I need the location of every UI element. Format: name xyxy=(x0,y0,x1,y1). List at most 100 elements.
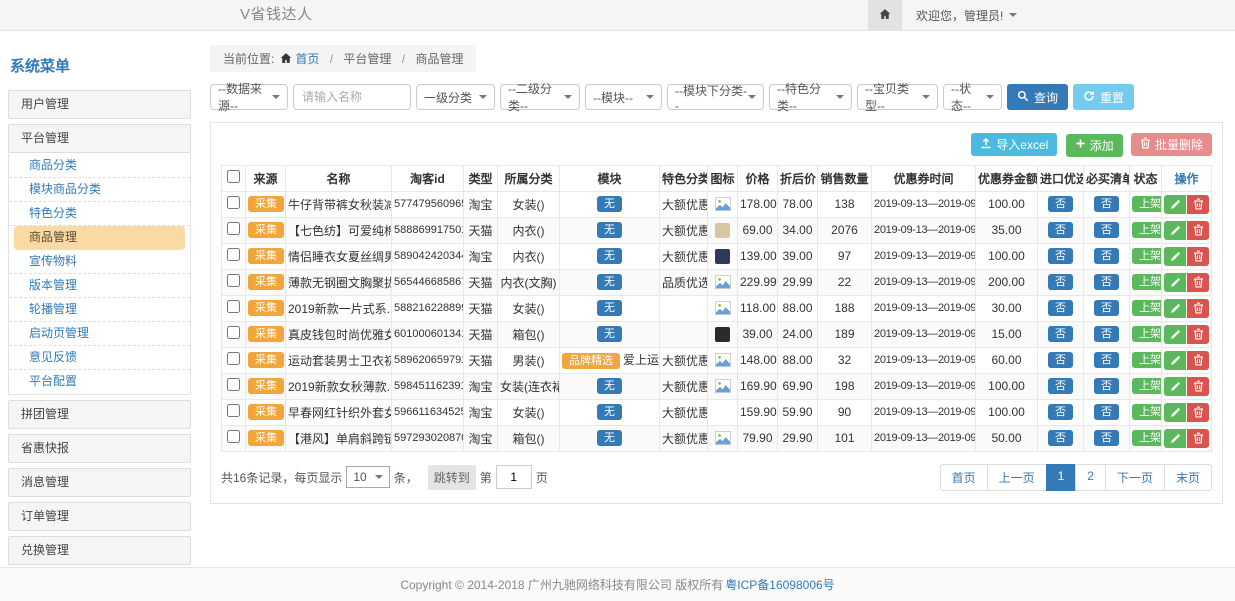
add-button[interactable]: 添加 xyxy=(1066,134,1123,157)
sidebar-group-3[interactable]: 拼团管理 xyxy=(8,400,191,429)
sidebar-item[interactable]: 特色分类 xyxy=(9,202,190,226)
page-button-prev[interactable]: 上一页 xyxy=(987,464,1047,491)
level2-category-select[interactable]: --二级分类-- xyxy=(500,84,580,110)
delete-button[interactable] xyxy=(1187,247,1209,266)
sidebar-item[interactable]: 商品管理 xyxy=(14,226,185,250)
col-header-icon: 图标 xyxy=(708,165,738,191)
row-checkbox[interactable] xyxy=(227,196,240,209)
row-checkbox[interactable] xyxy=(227,378,240,391)
import-select-badge: 否 xyxy=(1048,430,1073,446)
sidebar-item[interactable]: 版本管理 xyxy=(9,274,190,298)
cell-source: 采集 xyxy=(246,269,286,295)
cell-coupon-time: 2019-09-13—2019-09-19 xyxy=(872,295,976,321)
page-button-first[interactable]: 首页 xyxy=(940,464,988,491)
item-type-select[interactable]: --宝贝类型-- xyxy=(857,84,938,110)
cell-feature xyxy=(660,321,708,347)
cell-ops xyxy=(1162,217,1212,243)
edit-button[interactable] xyxy=(1164,403,1186,422)
edit-button[interactable] xyxy=(1164,195,1186,214)
row-actions xyxy=(1164,274,1209,288)
row-actions xyxy=(1164,222,1209,236)
cell-must-buy: 否 xyxy=(1084,425,1130,451)
delete-button[interactable] xyxy=(1187,221,1209,240)
sidebar-item[interactable]: 轮播管理 xyxy=(9,298,190,322)
col-header-status: 状态 xyxy=(1130,165,1162,191)
per-page-select[interactable]: 10 xyxy=(346,466,389,488)
row-checkbox[interactable] xyxy=(227,248,240,261)
sidebar-item[interactable]: 宣传物料 xyxy=(9,250,190,274)
cell-feature: 大额优惠券 xyxy=(660,425,708,451)
row-checkbox[interactable] xyxy=(227,274,240,287)
module-select[interactable]: --模块-- xyxy=(585,84,662,110)
row-checkbox[interactable] xyxy=(227,404,240,417)
cell-coupon-time: 2019-09-13—2019-09-17 xyxy=(872,191,976,217)
sidebar-item[interactable]: 意见反馈 xyxy=(9,346,190,370)
edit-button[interactable] xyxy=(1164,247,1186,266)
cell-source: 采集 xyxy=(246,295,286,321)
sidebar-item[interactable]: 平台配置 xyxy=(9,370,190,393)
sidebar-group-4[interactable]: 省惠快报 xyxy=(8,434,191,463)
sidebar-group-1[interactable]: 用户管理 xyxy=(8,90,191,119)
page-button-page-1[interactable]: 1 xyxy=(1046,464,1077,491)
cell-status: 上架 xyxy=(1130,373,1162,399)
edit-button[interactable] xyxy=(1164,351,1186,370)
sidebar-group-2[interactable]: 平台管理 xyxy=(8,124,191,153)
page-button-page-2[interactable]: 2 xyxy=(1075,464,1106,491)
icp-link[interactable]: 粤ICP备16098006号 xyxy=(725,576,834,593)
edit-button[interactable] xyxy=(1164,273,1186,292)
product-image-icon xyxy=(715,353,731,367)
delete-button[interactable] xyxy=(1187,377,1209,396)
module-subcategory-select[interactable]: --模块下分类-- xyxy=(667,84,764,110)
cell-discount-price: 88.00 xyxy=(778,295,818,321)
batch-delete-button[interactable]: 批量删除 xyxy=(1131,133,1212,156)
sidebar-item[interactable]: 启动页管理 xyxy=(9,322,190,346)
delete-button[interactable] xyxy=(1187,273,1209,292)
page-button-next[interactable]: 下一页 xyxy=(1105,464,1165,491)
import-excel-button[interactable]: 导入excel xyxy=(971,133,1057,156)
breadcrumb-home-link[interactable]: 首页 xyxy=(295,52,319,66)
row-checkbox[interactable] xyxy=(227,326,240,339)
filter-bar: --数据来源-- 一级分类--二级分类----模块----模块下分类----特色分… xyxy=(210,84,1223,110)
cell-status: 上架 xyxy=(1130,217,1162,243)
name-input[interactable] xyxy=(293,84,411,110)
cell-coupon-amount: 15.00 xyxy=(976,321,1038,347)
reset-button[interactable]: 重置 xyxy=(1073,84,1134,110)
delete-button[interactable] xyxy=(1187,351,1209,370)
user-menu[interactable]: 欢迎您，管理员! xyxy=(916,7,1017,24)
sidebar-group-7[interactable]: 兑换管理 xyxy=(8,536,191,565)
row-checkbox[interactable] xyxy=(227,222,240,235)
data-source-select[interactable]: --数据来源-- xyxy=(210,84,288,110)
edit-button[interactable] xyxy=(1164,325,1186,344)
toolbar: 导入excel 添加 批量删除 xyxy=(221,133,1212,157)
page-button-last[interactable]: 末页 xyxy=(1164,464,1212,491)
cell-coupon-amount: 30.00 xyxy=(976,295,1038,321)
edit-button[interactable] xyxy=(1164,299,1186,318)
delete-button[interactable] xyxy=(1187,299,1209,318)
feature-category-select[interactable]: --特色分类-- xyxy=(769,84,852,110)
select-all-checkbox[interactable] xyxy=(227,170,240,183)
sidebar-group-6[interactable]: 订单管理 xyxy=(8,502,191,531)
delete-button[interactable] xyxy=(1187,195,1209,214)
delete-button[interactable] xyxy=(1187,429,1209,448)
row-checkbox[interactable] xyxy=(227,300,240,313)
home-icon[interactable] xyxy=(868,0,902,30)
row-checkbox[interactable] xyxy=(227,430,240,443)
cell-category: 女装() xyxy=(498,191,560,217)
level1-category-select[interactable]: 一级分类 xyxy=(416,84,495,110)
edit-button[interactable] xyxy=(1164,429,1186,448)
delete-button[interactable] xyxy=(1187,325,1209,344)
delete-button[interactable] xyxy=(1187,403,1209,422)
cell-ops xyxy=(1162,243,1212,269)
edit-button[interactable] xyxy=(1164,221,1186,240)
status-select[interactable]: --状态-- xyxy=(943,84,1002,110)
sidebar-item[interactable]: 商品分类 xyxy=(9,154,190,178)
search-button[interactable]: 查询 xyxy=(1007,84,1068,110)
jump-page-input[interactable] xyxy=(496,465,532,489)
row-checkbox[interactable] xyxy=(227,352,240,365)
table-row: 采集【港风】单肩斜跨链条...597293020870淘宝箱包()无大额优惠券7… xyxy=(222,425,1212,451)
edit-button[interactable] xyxy=(1164,377,1186,396)
sidebar-group-5[interactable]: 消息管理 xyxy=(8,468,191,497)
jump-button[interactable]: 跳转到 xyxy=(428,465,476,490)
sidebar-item[interactable]: 模块商品分类 xyxy=(9,178,190,202)
pagination-row: 共16条记录，每页显示 10 条， 跳转到 第 页 首页上一页12下一页末页 xyxy=(221,464,1212,491)
